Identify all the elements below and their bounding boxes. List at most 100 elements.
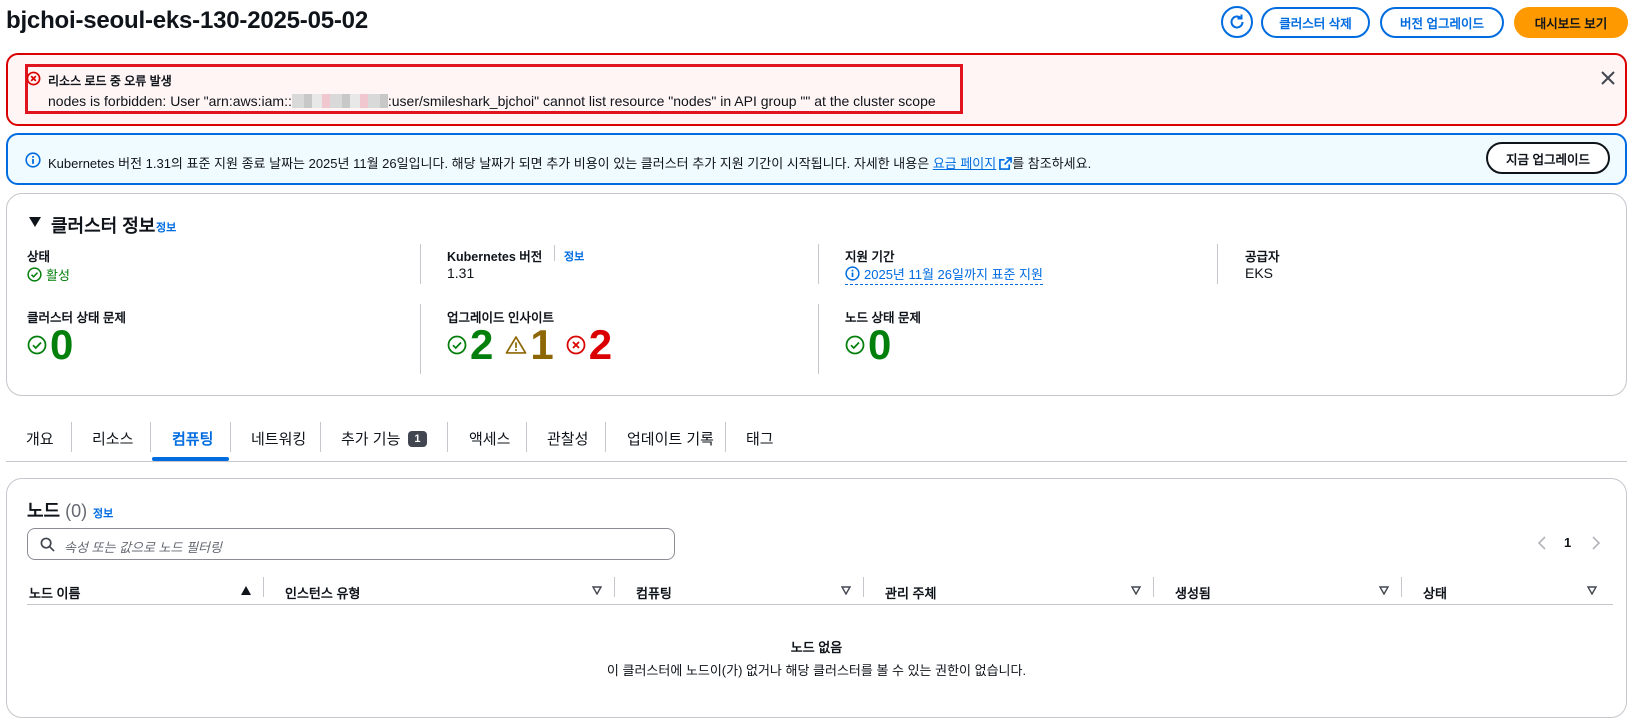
tabs-baseline [6, 461, 1627, 462]
status-label: 상태 [27, 250, 51, 264]
chevron-left-icon[interactable] [1537, 536, 1547, 550]
divider [420, 304, 421, 374]
refresh-button[interactable] [1221, 6, 1253, 38]
error-message: nodes is forbidden: User "arn:aws:iam:::… [48, 93, 936, 109]
nodes-heading: 노드 (0) [27, 501, 88, 521]
cluster-info-panel: 클러스터 정보 정보 상태 활성 Kubernetes 버전 정보 1.31 지… [6, 193, 1627, 396]
provider-value: EKS [1245, 265, 1274, 281]
table-header-divider [27, 604, 1613, 605]
tab-divider [230, 422, 231, 452]
sort-icon[interactable] [1379, 586, 1389, 595]
info-icon [25, 152, 41, 168]
active-tab-indicator [152, 457, 229, 461]
sort-icon[interactable] [1131, 586, 1141, 595]
status-value: 활성 [27, 265, 70, 284]
nodes-count: (0) [65, 501, 88, 521]
check-circle-icon [447, 335, 467, 355]
column-instance-type[interactable]: 인스턴스 유형 [285, 583, 360, 602]
tab-tags[interactable]: 태그 [746, 428, 774, 449]
tab-divider [320, 422, 321, 452]
search-input[interactable]: 속성 또는 값으로 노드 필터링 [27, 528, 675, 560]
check-circle-icon [27, 335, 47, 355]
column-divider [263, 577, 264, 597]
column-divider [1153, 577, 1154, 597]
check-circle-icon [845, 335, 865, 355]
refresh-icon [1230, 14, 1244, 29]
column-created[interactable]: 생성됨 [1175, 583, 1211, 602]
divider [554, 245, 555, 261]
search-icon [40, 537, 55, 552]
tab-divider [526, 422, 527, 452]
nodes-info-link[interactable]: 정보 [93, 505, 113, 521]
node-health-count[interactable]: 0 [845, 324, 891, 366]
column-compute[interactable]: 컴퓨팅 [636, 583, 672, 602]
k8s-version-value: 1.31 [447, 265, 475, 281]
divider [818, 244, 819, 284]
cluster-info-link[interactable]: 정보 [156, 219, 176, 235]
tab-divider [150, 422, 151, 452]
provider-label: 공급자 [1245, 250, 1280, 264]
pricing-page-link[interactable]: 요금 페이지 [933, 156, 996, 171]
column-divider [863, 577, 864, 597]
chevron-right-icon[interactable] [1591, 536, 1601, 550]
sort-ascending-icon[interactable] [241, 586, 251, 595]
upgrade-insights-counts: 2 1 2 [447, 324, 612, 366]
nodes-panel: 노드 (0) 정보 속성 또는 값으로 노드 필터링 1 노드 이름 인스턴스 … [6, 478, 1627, 718]
error-title: 리소스 로드 중 오류 발생 [48, 74, 172, 88]
insights-passing-count[interactable]: 2 [470, 324, 493, 366]
check-circle-icon [27, 267, 42, 282]
external-link-icon [999, 157, 1013, 170]
insights-warning-count[interactable]: 1 [530, 324, 553, 366]
tab-add-ons[interactable]: 추가 기능 1 [341, 428, 427, 449]
tab-resources[interactable]: 리소스 [92, 428, 133, 449]
divider [818, 304, 819, 374]
add-ons-count-badge: 1 [408, 431, 427, 447]
page-title: bjchoi-seoul-eks-130-2025-05-02 [6, 7, 368, 34]
column-node-name[interactable]: 노드 이름 [29, 583, 80, 602]
tab-divider [725, 422, 726, 452]
support-period-label: 지원 기간 [845, 250, 895, 264]
error-icon [566, 335, 586, 355]
sort-icon[interactable] [841, 586, 851, 595]
column-managed-by[interactable]: 관리 주체 [885, 583, 936, 602]
tab-networking[interactable]: 네트워킹 [251, 428, 306, 449]
sort-icon[interactable] [592, 586, 602, 595]
error-alert: 리소스 로드 중 오류 발생 nodes is forbidden: User … [6, 53, 1627, 126]
page-number[interactable]: 1 [1564, 535, 1571, 550]
info-alert-text: Kubernetes 버전 1.31의 표준 지원 종료 날짜는 2025년 1… [48, 156, 1092, 171]
upgrade-version-button[interactable]: 버전 업그레이드 [1380, 7, 1504, 38]
column-divider [1401, 577, 1402, 597]
error-icon [26, 71, 41, 86]
tab-access[interactable]: 액세스 [469, 428, 510, 449]
caret-down-icon[interactable] [29, 217, 41, 227]
cluster-health-count[interactable]: 0 [27, 324, 73, 366]
cluster-info-title[interactable]: 클러스터 정보 [51, 212, 155, 238]
tab-divider [605, 422, 606, 452]
empty-state-title: 노드 없음 [790, 640, 843, 655]
delete-cluster-button[interactable]: 클러스터 삭제 [1261, 7, 1370, 38]
tab-compute[interactable]: 컴퓨팅 [172, 428, 213, 449]
support-period-value[interactable]: 2025년 11월 26일까지 표준 지원 [845, 264, 1043, 285]
column-status[interactable]: 상태 [1423, 583, 1447, 602]
k8s-version-label: Kubernetes 버전 [447, 250, 543, 264]
redacted-account-id [291, 94, 388, 108]
warning-icon [505, 336, 527, 354]
upgrade-now-button[interactable]: 지금 업그레이드 [1486, 142, 1610, 174]
close-icon[interactable] [1601, 71, 1615, 85]
divider [1217, 244, 1218, 284]
tab-update-history[interactable]: 업데이트 기록 [627, 428, 714, 449]
insights-error-count[interactable]: 2 [589, 324, 612, 366]
column-divider [614, 577, 615, 597]
empty-state-message: 이 클러스터에 노드이(가) 없거나 해당 클러스터를 볼 수 있는 권한이 없… [606, 663, 1027, 678]
tab-observability[interactable]: 관찰성 [547, 428, 588, 449]
view-dashboard-button[interactable]: 대시보드 보기 [1514, 7, 1628, 38]
divider [420, 244, 421, 284]
k8s-version-info-link[interactable]: 정보 [564, 248, 584, 264]
tab-divider [71, 422, 72, 452]
info-icon [845, 266, 860, 281]
search-placeholder: 속성 또는 값으로 노드 필터링 [64, 540, 222, 555]
sort-icon[interactable] [1587, 586, 1597, 595]
info-alert: Kubernetes 버전 1.31의 표준 지원 종료 날짜는 2025년 1… [6, 133, 1627, 185]
tab-divider [447, 422, 448, 452]
tab-overview[interactable]: 개요 [26, 428, 54, 449]
